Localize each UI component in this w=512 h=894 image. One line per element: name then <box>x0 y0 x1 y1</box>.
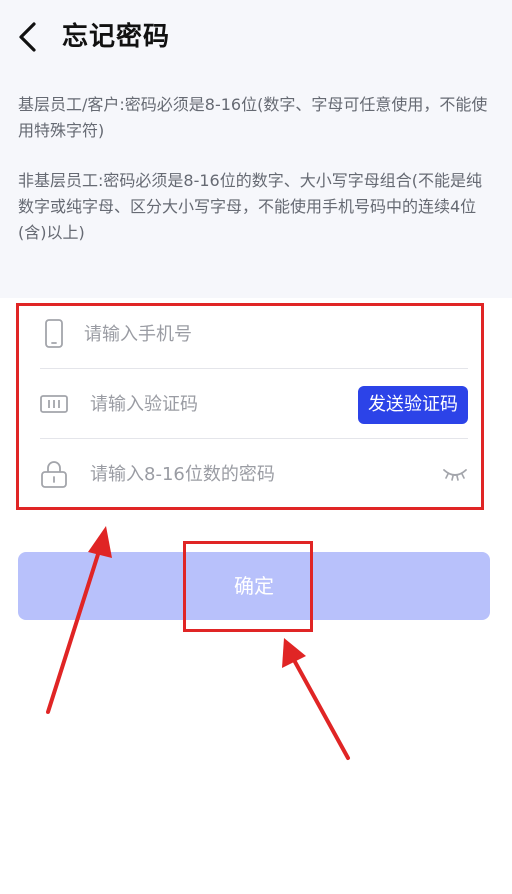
page-title: 忘记密码 <box>62 22 171 52</box>
annotation-arrow-confirm <box>282 638 350 760</box>
forgot-password-page: 忘记密码 基层员工/客户:密码必须是8-16位(数字、字母可任意使用，不能使用特… <box>0 0 512 894</box>
verification-code-icon <box>40 395 68 413</box>
password-rule-basic-staff: 基层员工/客户:密码必须是8-16位(数字、字母可任意使用，不能使用特殊字符) <box>18 95 488 140</box>
phone-icon <box>45 319 63 348</box>
header: 忘记密码 <box>0 0 512 76</box>
verification-code-input[interactable] <box>90 386 390 422</box>
confirm-button[interactable]: 确定 <box>18 552 490 620</box>
eye-closed-icon[interactable] <box>442 464 468 484</box>
phone-input[interactable] <box>84 316 384 352</box>
chevron-left-icon <box>19 22 36 52</box>
back-button[interactable] <box>10 14 50 60</box>
lock-icon <box>41 461 67 488</box>
password-rule-non-basic-staff: 非基层员工:密码必须是8-16位的数字、大小写字母组合(不能是纯数字或纯字母、区… <box>18 171 482 242</box>
field-divider <box>40 438 468 439</box>
verification-code-field: 发送验证码 <box>40 370 468 438</box>
password-input[interactable] <box>90 456 390 492</box>
password-field <box>40 440 468 508</box>
phone-field <box>40 300 468 368</box>
send-code-button[interactable]: 发送验证码 <box>358 386 468 424</box>
field-divider <box>40 368 468 369</box>
